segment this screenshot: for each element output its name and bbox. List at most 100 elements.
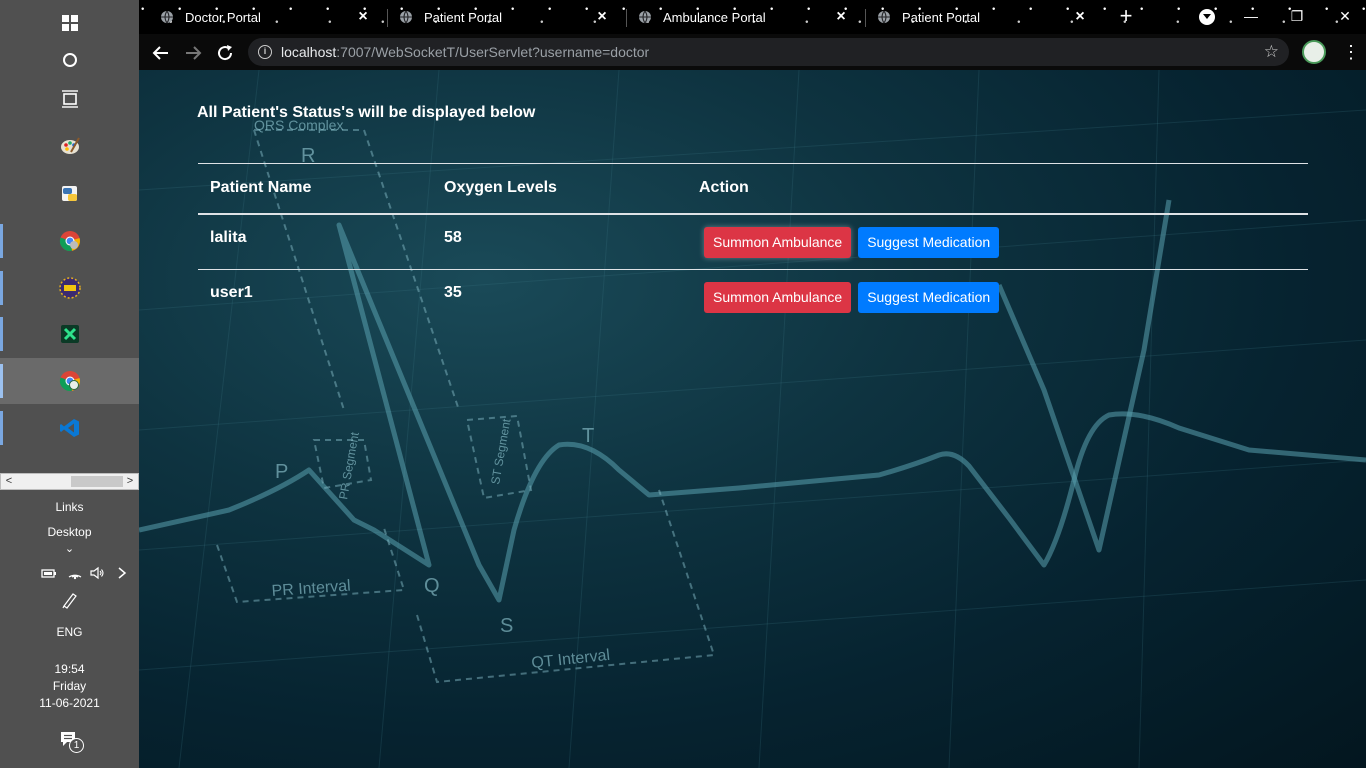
chrome-profile-icon: [59, 371, 80, 392]
globe-icon: [400, 10, 412, 24]
close-tab-icon[interactable]: ×: [594, 9, 610, 25]
t-wave-label: T: [582, 425, 594, 447]
tab-strip: Doctor Portal × Patient Portal × Ambulan…: [139, 0, 1366, 34]
reload-icon: [218, 45, 233, 61]
action-cell: Summon Ambulance Suggest Medication: [687, 213, 1308, 270]
page-content: QRS Complex R P Q S T PR Segment ST Segm…: [139, 70, 1366, 768]
vscode-icon: [59, 419, 79, 437]
oxygen-level-cell: 58: [432, 213, 687, 270]
suggest-medication-button[interactable]: Suggest Medication: [858, 226, 1000, 258]
battery-icon[interactable]: [41, 565, 57, 581]
pr-interval-label: PR Interval: [271, 578, 351, 600]
scroll-right-icon[interactable]: >: [122, 474, 138, 489]
table-row: user1 35 Summon Ambulance Suggest Medicat…: [198, 270, 1308, 326]
profile-avatar[interactable]: [1302, 40, 1326, 64]
taskbar-app-chrome-active[interactable]: [0, 358, 139, 404]
minimize-button[interactable]: —: [1241, 6, 1261, 26]
tab-separator: [865, 9, 866, 27]
chrome-window: Doctor Portal × Patient Portal × Ambulan…: [139, 0, 1366, 768]
links-toolbar[interactable]: Links: [0, 500, 139, 514]
input-language[interactable]: ENG: [0, 625, 139, 639]
clock-day: Friday: [52, 679, 87, 693]
chrome-icon: [59, 231, 80, 252]
system-tray: [0, 562, 139, 584]
taskbar-app-chrome[interactable]: [0, 218, 139, 264]
new-tab-button[interactable]: +: [1116, 5, 1136, 28]
reload-button[interactable]: [214, 42, 236, 64]
tab-search-button[interactable]: [1199, 9, 1215, 25]
page-title: All Patient's Status's will be displayed…: [197, 104, 536, 121]
task-view-icon: [61, 90, 78, 108]
pen-workspace-icon[interactable]: [61, 591, 79, 609]
windows-taskbar: < > Links Desktop ⌄ ENG 19:54 Friday 11-…: [0, 0, 139, 768]
browser-toolbar: i localhost:7007/WebSocketT/UserServlet?…: [139, 34, 1366, 70]
desktop-toolbar[interactable]: Desktop: [0, 525, 139, 539]
taskbar-scrollbar[interactable]: < >: [0, 473, 139, 490]
forward-button[interactable]: [182, 42, 204, 64]
tab-patient-portal[interactable]: Patient Portal ×: [399, 4, 610, 30]
oxygen-level-cell: 35: [444, 284, 462, 301]
volume-icon[interactable]: [89, 565, 105, 581]
task-view-button[interactable]: [0, 76, 139, 122]
site-info-icon[interactable]: i: [258, 45, 272, 59]
taskbar-app-vscode[interactable]: [0, 405, 139, 451]
address-bar[interactable]: i localhost:7007/WebSocketT/UserServlet?…: [248, 38, 1289, 66]
green-app-icon: [60, 325, 79, 343]
p-wave-label: P: [275, 461, 288, 483]
close-window-button[interactable]: ✕: [1335, 6, 1355, 26]
wifi-icon[interactable]: [67, 565, 83, 581]
column-header-oxygen-levels: Oxygen Levels: [432, 163, 687, 215]
close-tab-icon[interactable]: ×: [355, 9, 371, 25]
st-segment-label: ST Segment: [488, 417, 513, 486]
close-tab-icon[interactable]: ×: [1072, 9, 1088, 25]
tab-doctor-portal[interactable]: Doctor Portal ×: [160, 4, 371, 30]
tab-title: Patient Portal: [902, 9, 981, 25]
clock-time: 19:54: [54, 662, 85, 676]
summon-ambulance-button[interactable]: Summon Ambulance: [704, 282, 852, 313]
tab-patient-portal-2[interactable]: Patient Portal ×: [877, 4, 1088, 30]
back-button[interactable]: [150, 42, 172, 64]
globe-icon: [878, 10, 890, 24]
close-tab-icon[interactable]: ×: [833, 9, 849, 25]
taskbar-app-eclipse[interactable]: [0, 265, 139, 311]
tab-ambulance-portal[interactable]: Ambulance Portal ×: [638, 4, 849, 30]
restore-button[interactable]: ❐: [1287, 6, 1307, 26]
summon-ambulance-button[interactable]: Summon Ambulance: [704, 226, 852, 258]
scroll-thumb[interactable]: [71, 476, 123, 487]
paint-palette-icon: [60, 137, 80, 154]
taskbar-clock[interactable]: 19:54 Friday 11-06-2021: [0, 661, 139, 712]
scroll-left-icon[interactable]: <: [1, 474, 17, 489]
cortana-circle-icon: [62, 53, 77, 67]
taskbar-app-paint[interactable]: [0, 123, 139, 169]
suggest-medication-button[interactable]: Suggest Medication: [858, 282, 1000, 313]
s-wave-label: S: [500, 615, 513, 637]
windows-logo-icon: [61, 15, 78, 31]
qt-interval-label: QT Interval: [531, 647, 611, 672]
taskbar-app-python[interactable]: [0, 171, 139, 217]
url-text[interactable]: localhost:7007/WebSocketT/UserServlet?us…: [281, 44, 649, 60]
arrow-left-icon: [152, 46, 168, 60]
python-icon: [61, 186, 77, 201]
bookmark-star-icon[interactable]: ☆: [1264, 42, 1279, 62]
more-toolbars-icon[interactable]: ⌄: [0, 542, 139, 555]
patient-status-table: Patient Name Oxygen Levels Action lalita…: [198, 163, 1308, 326]
action-center-button[interactable]: 1: [59, 730, 87, 756]
eclipse-ide-icon: [58, 277, 81, 299]
tab-separator: [626, 9, 627, 27]
taskbar-app-green[interactable]: [0, 311, 139, 357]
chevron-down-icon: [1203, 14, 1211, 19]
column-header-action: Action: [687, 163, 1308, 215]
globe-icon: [161, 10, 173, 24]
clock-date: 11-06-2021: [39, 696, 100, 710]
globe-icon: [639, 10, 651, 24]
table-header-row: Patient Name Oxygen Levels Action: [198, 163, 1308, 215]
table-row: lalita 58 Summon Ambulance Suggest Medica…: [198, 213, 1308, 270]
tab-separator: [387, 9, 388, 27]
action-cell: Summon Ambulance Suggest Medication: [687, 270, 1308, 326]
patient-name-cell: user1: [210, 284, 253, 301]
show-hidden-icons-icon[interactable]: [114, 565, 130, 581]
notification-count-badge: 1: [69, 738, 84, 753]
tab-title: Doctor Portal: [185, 9, 261, 25]
tab-title: Ambulance Portal: [663, 9, 766, 25]
browser-menu-icon[interactable]: ⋮: [1342, 42, 1360, 62]
